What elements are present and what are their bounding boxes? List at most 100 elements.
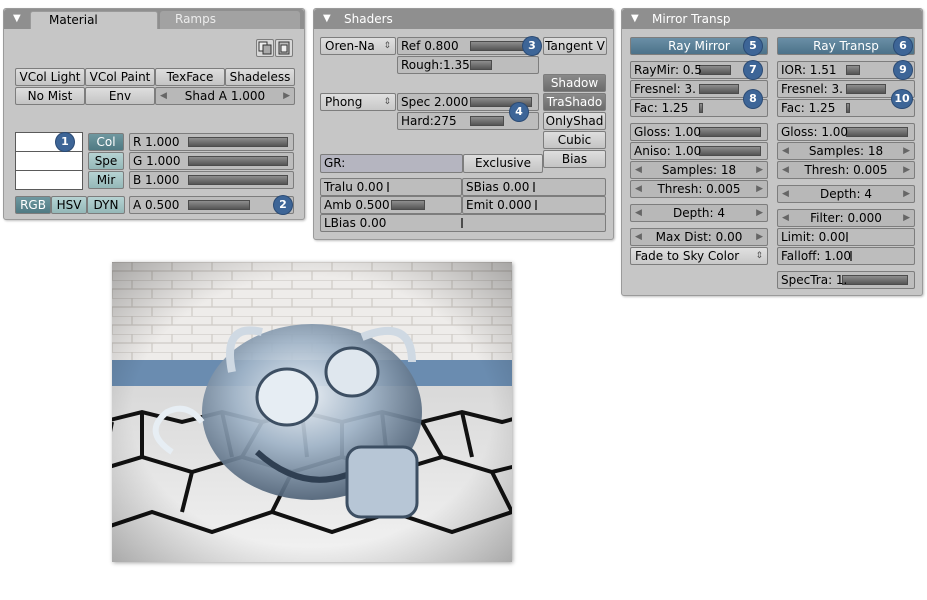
texface-button[interactable]: TexFace xyxy=(155,68,225,86)
lbias-slider[interactable]: LBias 0.00 xyxy=(320,214,606,232)
tangent-v-button[interactable]: Tangent V xyxy=(543,37,607,55)
env-button[interactable]: Env xyxy=(85,87,155,105)
shadeless-button[interactable]: Shadeless xyxy=(225,68,295,86)
decrement-arrow-icon[interactable]: ◀ xyxy=(635,162,642,178)
samples-mirror-field[interactable]: ◀ Samples: 18 ▶ xyxy=(630,161,768,179)
bias-button[interactable]: Bias xyxy=(543,150,606,168)
spectra-slider-fill xyxy=(842,275,908,285)
group-field[interactable]: GR: xyxy=(320,154,463,173)
dyn-mode-button[interactable]: DYN xyxy=(87,196,125,214)
increment-arrow-icon[interactable]: ▶ xyxy=(756,229,763,245)
filter-field[interactable]: ◀ Filter: 0.000 ▶ xyxy=(777,209,915,227)
mirror-transp-title: Mirror Transp xyxy=(652,12,731,26)
spectra-slider[interactable]: SpecTra: 1. xyxy=(777,271,915,289)
diffuse-shader-menu[interactable]: Oren-Na ⇕ xyxy=(320,37,396,55)
amb-slider[interactable]: Amb 0.500 xyxy=(320,196,462,214)
fresnel-transp-slider-fill xyxy=(846,84,886,94)
copy-icon[interactable] xyxy=(256,39,274,57)
exclusive-button[interactable]: Exclusive xyxy=(463,154,543,173)
collapse-triangle-icon[interactable]: ▼ xyxy=(323,9,331,29)
rough-slider-fill xyxy=(470,60,492,70)
tab-ramps[interactable]: Ramps xyxy=(160,11,300,29)
callout-badge-5: 5 xyxy=(744,37,762,55)
shad-alpha-field[interactable]: ◀ Shad A 1.000 ▶ xyxy=(155,87,295,105)
b-slider-fill xyxy=(188,175,288,185)
fresnel-mirror-slider-fill xyxy=(699,84,739,94)
updown-arrow-icon: ⇕ xyxy=(383,41,391,51)
collapse-triangle-icon[interactable]: ▼ xyxy=(13,9,21,29)
gloss-transp-slider-fill xyxy=(846,127,908,137)
samples-transp-field[interactable]: ◀ Samples: 18 ▶ xyxy=(777,142,915,160)
g-slider[interactable]: G 1.000 xyxy=(129,152,294,170)
fade-to-sky-menu[interactable]: Fade to Sky Color ⇕ xyxy=(630,247,768,265)
decrement-arrow-icon[interactable]: ◀ xyxy=(782,143,789,159)
callout-badge-4: 4 xyxy=(510,103,528,121)
callout-badge-1: 1 xyxy=(56,133,74,151)
updown-arrow-icon: ⇕ xyxy=(383,97,391,107)
depth-mirror-field[interactable]: ◀ Depth: 4 ▶ xyxy=(630,204,768,222)
thresh-transp-field[interactable]: ◀ Thresh: 0.005 ▶ xyxy=(777,161,915,179)
mir-button[interactable]: Mir xyxy=(88,171,124,189)
hsv-mode-button[interactable]: HSV xyxy=(51,196,87,214)
onlyshad-button[interactable]: OnlyShad xyxy=(543,112,606,130)
gloss-transp-slider[interactable]: Gloss: 1.00 xyxy=(777,123,915,141)
ref-slider[interactable]: Ref 0.800 xyxy=(397,37,539,55)
rough-slider[interactable]: Rough:1.35 xyxy=(397,56,539,74)
increment-arrow-icon[interactable]: ▶ xyxy=(756,181,763,197)
r-slider[interactable]: R 1.000 xyxy=(129,133,294,151)
aniso-slider[interactable]: Aniso: 1.00 xyxy=(630,142,768,160)
gloss-mirror-slider-fill xyxy=(699,127,761,137)
increment-arrow-icon[interactable]: ▶ xyxy=(903,143,910,159)
increment-arrow-icon[interactable]: ▶ xyxy=(283,88,290,104)
r-slider-fill xyxy=(188,137,288,147)
paste-icon[interactable] xyxy=(275,39,293,57)
callout-badge-2: 2 xyxy=(274,196,292,214)
spe-button[interactable]: Spe xyxy=(88,152,124,170)
col-button[interactable]: Col xyxy=(88,133,124,151)
alpha-slider[interactable]: A 0.500 xyxy=(129,196,294,214)
falloff-slider[interactable]: Falloff: 1.00 xyxy=(777,247,915,265)
shaders-panel-header: ▼ Shaders xyxy=(314,9,613,29)
thresh-mirror-field[interactable]: ◀ Thresh: 0.005 ▶ xyxy=(630,180,768,198)
callout-badge-8: 8 xyxy=(744,90,762,108)
increment-arrow-icon[interactable]: ▶ xyxy=(903,210,910,226)
decrement-arrow-icon[interactable]: ◀ xyxy=(782,210,789,226)
rgb-mode-button[interactable]: RGB xyxy=(15,196,51,214)
shadow-button[interactable]: Shadow xyxy=(543,74,606,92)
decrement-arrow-icon[interactable]: ◀ xyxy=(635,229,642,245)
emit-slider[interactable]: Emit 0.000 xyxy=(462,196,606,214)
vcol-paint-button[interactable]: VCol Paint xyxy=(85,68,155,86)
no-mist-button[interactable]: No Mist xyxy=(15,87,85,105)
limit-slider[interactable]: Limit: 0.00 xyxy=(777,228,915,246)
increment-arrow-icon[interactable]: ▶ xyxy=(903,186,910,202)
depth-transp-field[interactable]: ◀ Depth: 4 ▶ xyxy=(777,185,915,203)
trashado-button[interactable]: TraShado xyxy=(543,93,606,111)
callout-badge-3: 3 xyxy=(523,37,541,55)
increment-arrow-icon[interactable]: ▶ xyxy=(903,162,910,178)
amb-slider-fill xyxy=(391,200,425,210)
cubic-button[interactable]: Cubic xyxy=(543,131,606,149)
decrement-arrow-icon[interactable]: ◀ xyxy=(782,162,789,178)
updown-arrow-icon: ⇕ xyxy=(755,251,763,261)
collapse-triangle-icon[interactable]: ▼ xyxy=(631,9,639,29)
decrement-arrow-icon[interactable]: ◀ xyxy=(635,181,642,197)
decrement-arrow-icon[interactable]: ◀ xyxy=(635,205,642,221)
decrement-arrow-icon[interactable]: ◀ xyxy=(160,88,167,104)
decrement-arrow-icon[interactable]: ◀ xyxy=(782,186,789,202)
g-slider-fill xyxy=(188,156,288,166)
color-swatch-mir[interactable] xyxy=(15,170,83,190)
max-dist-field[interactable]: ◀ Max Dist: 0.00 ▶ xyxy=(630,228,768,246)
specular-shader-menu[interactable]: Phong ⇕ xyxy=(320,93,396,111)
color-swatch-spe[interactable] xyxy=(15,151,83,171)
alpha-slider-fill xyxy=(188,200,250,210)
vcol-light-button[interactable]: VCol Light xyxy=(15,68,85,86)
tralu-slider[interactable]: Tralu 0.00 xyxy=(320,178,462,196)
sbias-slider[interactable]: SBias 0.00 xyxy=(462,178,606,196)
ior-slider-fill xyxy=(846,65,860,75)
gloss-mirror-slider[interactable]: Gloss: 1.00 xyxy=(630,123,768,141)
b-slider[interactable]: B 1.000 xyxy=(129,171,294,189)
increment-arrow-icon[interactable]: ▶ xyxy=(756,205,763,221)
increment-arrow-icon[interactable]: ▶ xyxy=(756,162,763,178)
tab-material[interactable]: Material xyxy=(30,11,158,29)
raymir-slider-fill xyxy=(699,65,731,75)
